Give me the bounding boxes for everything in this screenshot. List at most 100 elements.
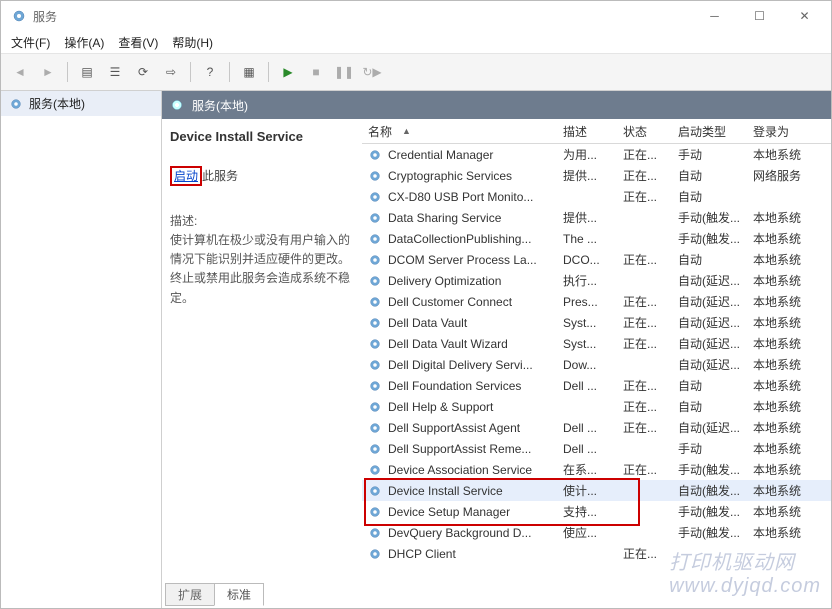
gear-icon xyxy=(368,358,382,372)
start-service-icon[interactable]: ▶ xyxy=(275,59,301,85)
tab-standard[interactable]: 标准 xyxy=(214,583,264,606)
service-status: 正在... xyxy=(617,377,672,394)
gear-icon xyxy=(368,169,382,183)
service-row[interactable]: CX-D80 USB Port Monito...正在...自动 xyxy=(362,186,831,207)
service-row[interactable]: Delivery Optimization执行...自动(延迟...本地系统 xyxy=(362,270,831,291)
gear-icon xyxy=(368,463,382,477)
service-startup-type: 自动 xyxy=(672,251,747,268)
col-name[interactable]: 名称▲ xyxy=(362,123,557,140)
toolbar-separator xyxy=(229,62,230,82)
service-name: DataCollectionPublishing... xyxy=(388,232,531,246)
service-row[interactable]: Device Association Service在系...正在...手动(触… xyxy=(362,459,831,480)
service-row[interactable]: Dell Help & Support正在...自动本地系统 xyxy=(362,396,831,417)
service-row[interactable]: Dell Customer ConnectPres...正在...自动(延迟..… xyxy=(362,291,831,312)
col-description[interactable]: 描述 xyxy=(557,123,617,140)
service-description: 为用... xyxy=(557,146,617,163)
service-description: 使计... xyxy=(557,482,617,499)
service-name: Dell Data Vault Wizard xyxy=(388,337,508,351)
service-name: Device Setup Manager xyxy=(388,505,510,519)
service-description: 提供... xyxy=(557,167,617,184)
refresh-icon[interactable]: ⟳ xyxy=(130,59,156,85)
service-description: 使应... xyxy=(557,524,617,541)
service-row[interactable]: Credential Manager为用...正在...手动本地系统 xyxy=(362,144,831,165)
gear-icon xyxy=(170,98,184,112)
menu-帮助h[interactable]: 帮助(H) xyxy=(172,34,213,51)
service-description: Dell ... xyxy=(557,379,617,393)
service-description: Dell ... xyxy=(557,442,617,456)
col-startup-type[interactable]: 启动类型 xyxy=(672,123,747,140)
service-name: DevQuery Background D... xyxy=(388,526,531,540)
gear-icon xyxy=(368,421,382,435)
service-row[interactable]: Dell Foundation ServicesDell ...正在...自动本… xyxy=(362,375,831,396)
service-name: Device Install Service xyxy=(388,484,503,498)
service-name: Device Association Service xyxy=(388,463,532,477)
service-startup-type: 手动(触发... xyxy=(672,503,747,520)
service-row[interactable]: Dell Data Vault WizardSyst...正在...自动(延迟.… xyxy=(362,333,831,354)
service-row[interactable]: Cryptographic Services提供...正在...自动网络服务 xyxy=(362,165,831,186)
service-row[interactable]: Data Sharing Service提供...手动(触发...本地系统 xyxy=(362,207,831,228)
service-description: Syst... xyxy=(557,316,617,330)
service-description: DCO... xyxy=(557,253,617,267)
service-row[interactable]: Dell Data VaultSyst...正在...自动(延迟...本地系统 xyxy=(362,312,831,333)
service-row[interactable]: Device Setup Manager支持...手动(触发...本地系统 xyxy=(362,501,831,522)
service-row[interactable]: Dell Digital Delivery Servi...Dow...自动(延… xyxy=(362,354,831,375)
service-row[interactable]: DHCP Client正在... xyxy=(362,543,831,564)
service-logon-as: 本地系统 xyxy=(747,251,822,268)
service-startup-type: 自动(触发... xyxy=(672,482,747,499)
gear-icon xyxy=(368,337,382,351)
maximize-button[interactable]: ☐ xyxy=(737,1,782,31)
sort-asc-icon: ▲ xyxy=(402,126,411,136)
toolbar-separator xyxy=(268,62,269,82)
service-name: Data Sharing Service xyxy=(388,211,501,225)
service-row[interactable]: DataCollectionPublishing...The ...手动(触发.… xyxy=(362,228,831,249)
service-row[interactable]: Dell SupportAssist Reme...Dell ...手动本地系统 xyxy=(362,438,831,459)
stop-service-icon: ■ xyxy=(303,59,329,85)
gear-icon xyxy=(368,190,382,204)
menu-操作a[interactable]: 操作(A) xyxy=(64,34,104,51)
col-logon-as[interactable]: 登录为 xyxy=(747,123,822,140)
minimize-button[interactable]: ─ xyxy=(692,1,737,31)
service-description: Dow... xyxy=(557,358,617,372)
selected-service-name: Device Install Service xyxy=(170,129,352,144)
service-status: 正在... xyxy=(617,146,672,163)
tab-extended[interactable]: 扩展 xyxy=(165,583,214,606)
highlight-start-box: 启动 xyxy=(170,166,202,186)
gear-icon xyxy=(368,484,382,498)
service-description: 执行... xyxy=(557,272,617,289)
service-logon-as: 本地系统 xyxy=(747,524,822,541)
service-startup-type: 手动 xyxy=(672,146,747,163)
view-tabs: 扩展 标准 xyxy=(165,584,264,606)
service-row[interactable]: Device Install Service使计...自动(触发...本地系统 xyxy=(362,480,831,501)
show-hide-tree-icon[interactable]: ▤ xyxy=(74,59,100,85)
service-row[interactable]: DevQuery Background D... 使应... 手动(触发...本地系… xyxy=(362,522,831,543)
properties-icon[interactable]: ☰ xyxy=(102,59,128,85)
service-name: Cryptographic Services xyxy=(388,169,512,183)
preview-icon[interactable]: ▦ xyxy=(236,59,262,85)
start-service-link[interactable]: 启动 xyxy=(174,169,198,183)
service-startup-type: 手动(触发... xyxy=(672,230,747,247)
help-icon[interactable]: ? xyxy=(197,59,223,85)
service-status: 正在... xyxy=(617,314,672,331)
restart-service-icon: ↻▶ xyxy=(359,59,385,85)
gear-icon xyxy=(368,379,382,393)
service-startup-type: 手动(触发... xyxy=(672,524,747,541)
gear-icon xyxy=(368,547,382,561)
service-description: 支持... xyxy=(557,503,617,520)
service-status: 正在... xyxy=(617,251,672,268)
toolbar-separator xyxy=(190,62,191,82)
service-row[interactable]: DCOM Server Process La...DCO...正在...自动本地… xyxy=(362,249,831,270)
menu-查看v[interactable]: 查看(V) xyxy=(118,34,158,51)
scope-header-label: 服务(本地) xyxy=(192,97,248,114)
gear-icon xyxy=(368,316,382,330)
close-button[interactable]: ✕ xyxy=(782,1,827,31)
menu-文件f[interactable]: 文件(F) xyxy=(11,34,50,51)
list-header: 名称▲ 描述 状态 启动类型 登录为 xyxy=(362,119,831,144)
service-row[interactable]: Dell SupportAssist AgentDell ...正在...自动(… xyxy=(362,417,831,438)
service-startup-type: 手动(触发... xyxy=(672,461,747,478)
detail-pane: Device Install Service 启动 此服务 描述: 使计算机在极… xyxy=(162,119,362,609)
titlebar: 服务 ─ ☐ ✕ xyxy=(1,1,831,31)
tree-node-services-local[interactable]: 服务(本地) xyxy=(1,91,161,116)
export-icon[interactable]: ⇨ xyxy=(158,59,184,85)
service-description: Pres... xyxy=(557,295,617,309)
col-status[interactable]: 状态 xyxy=(617,123,672,140)
